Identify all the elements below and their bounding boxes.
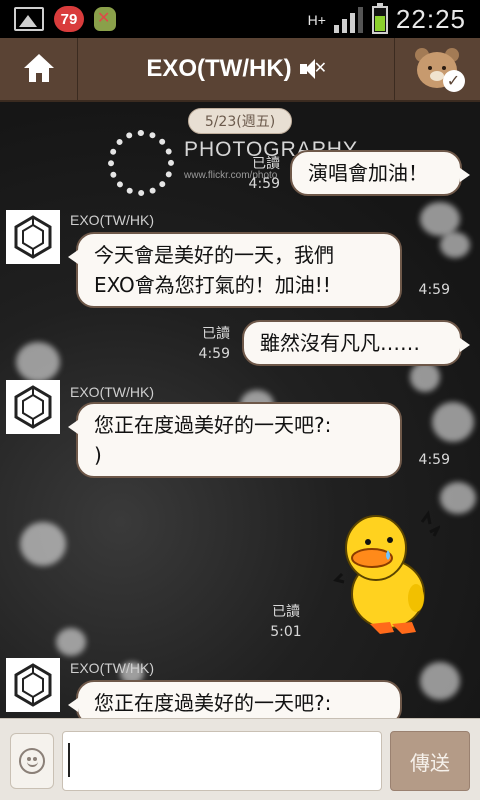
chat-header: EXO(TW/HK) ✕ ✓: [0, 38, 480, 102]
exo-hexagon-logo-icon: [14, 215, 52, 259]
read-receipt: 已讀: [252, 156, 280, 172]
watermark-logo-icon: [108, 130, 174, 196]
yellow-duck-sticker[interactable]: [330, 502, 442, 642]
usb-debugging-icon: [94, 7, 116, 31]
friend-menu-button[interactable]: ✓: [394, 38, 480, 100]
sender-avatar[interactable]: [6, 380, 60, 434]
sender-name: EXO(TW/HK): [70, 212, 154, 228]
chat-title-area: EXO(TW/HK) ✕: [78, 38, 394, 100]
message-time: 4:59: [198, 346, 230, 362]
signal-strength-icon: [333, 6, 364, 33]
home-icon: [23, 54, 54, 84]
read-receipt: 已讀: [202, 326, 230, 342]
incoming-message-bubble[interactable]: 您正在度過美好的一天吧?: ): [68, 402, 402, 478]
message-input-bar: 傳送: [0, 718, 480, 800]
sender-avatar[interactable]: [6, 210, 60, 264]
message-meta: 4:59: [410, 280, 450, 300]
message-time: 4:59: [248, 176, 280, 192]
status-bar-right: H+ 22:25: [307, 2, 466, 35]
sender-name: EXO(TW/HK): [70, 660, 154, 676]
duck-sticker-icon: [333, 510, 442, 634]
send-button[interactable]: 傳送: [390, 731, 470, 791]
message-meta: 已讀 5:01: [264, 602, 308, 642]
exo-hexagon-logo-icon: [14, 385, 52, 429]
sender-name: EXO(TW/HK): [70, 384, 154, 400]
message-meta: 已讀 4:59: [236, 154, 280, 194]
gallery-notification-icon: [14, 7, 44, 31]
incoming-message-bubble[interactable]: 您正在度過美好的一天吧?:: [68, 680, 402, 718]
message-time: 5:01: [270, 624, 302, 640]
exo-hexagon-logo-icon: [14, 663, 52, 707]
read-receipt: 已讀: [272, 604, 300, 620]
home-button[interactable]: [0, 38, 78, 100]
outgoing-message-bubble[interactable]: 演唱會加油！: [290, 150, 470, 196]
brown-bear-icon: ✓: [413, 48, 465, 92]
message-time: 4:59: [418, 282, 450, 298]
mute-icon: ✕: [299, 58, 327, 80]
battery-icon: [371, 2, 388, 34]
sender-avatar[interactable]: [6, 658, 60, 712]
message-meta: 4:59: [410, 450, 450, 470]
battery-level-fill: [374, 16, 385, 31]
notification-count-badge: 79: [54, 6, 84, 32]
network-type-indicator: H+: [307, 11, 326, 28]
status-bar-left: 79: [14, 6, 116, 32]
smiley-icon: [19, 748, 45, 774]
chat-message-area[interactable]: PHOTOGRAPHY www.flickr.com/photo 5/23(週五…: [0, 102, 480, 718]
status-clock: 22:25: [395, 4, 466, 34]
date-divider: 5/23(週五): [188, 108, 292, 134]
message-meta: 已讀 4:59: [186, 324, 230, 364]
check-icon: ✓: [442, 70, 465, 92]
emoticon-button[interactable]: [10, 733, 54, 789]
chat-title: EXO(TW/HK): [146, 55, 292, 82]
status-bar: 79 H+ 22:25: [0, 0, 480, 38]
incoming-message-bubble[interactable]: 今天會是美好的一天，我們 EXO會為您打氣的！加油!!: [68, 232, 402, 308]
text-cursor: [68, 743, 70, 777]
outgoing-message-bubble[interactable]: 雖然沒有凡凡……: [242, 320, 470, 366]
message-input[interactable]: [62, 731, 382, 791]
message-time: 4:59: [418, 452, 450, 468]
